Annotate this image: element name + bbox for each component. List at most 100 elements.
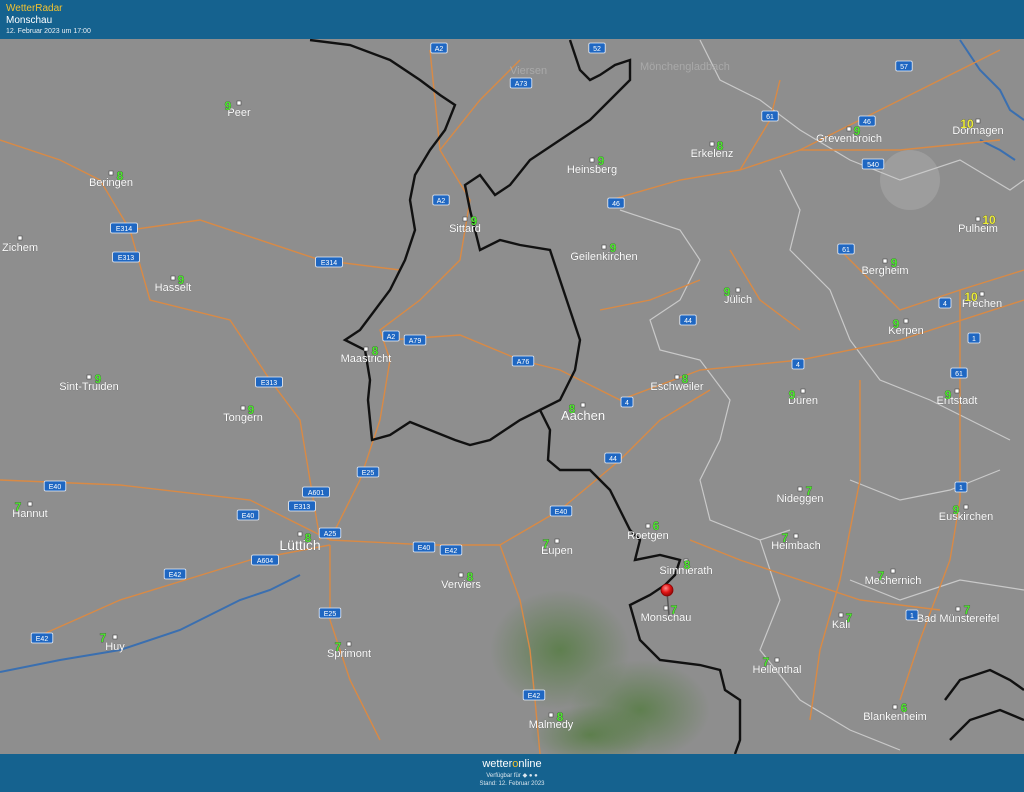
city-dot: [663, 605, 669, 611]
city-dot: [580, 402, 586, 408]
temperature-label: 9: [789, 388, 796, 402]
temperature-label: 8: [569, 402, 576, 416]
available-text: Verfügbar für: [486, 773, 521, 779]
temperature-label: 9: [610, 241, 617, 255]
city-dot: [240, 405, 246, 411]
city-name-label: Erftstadt: [937, 395, 978, 407]
road-shield: A79: [403, 334, 427, 346]
road-shield: E42: [522, 689, 546, 701]
temperature-label: 6: [901, 701, 908, 715]
road-shield: 44: [604, 452, 622, 464]
city-name-label: Lüttich: [279, 537, 320, 553]
city-dot: [346, 641, 352, 647]
ghost-place-label: Viersen: [510, 65, 547, 77]
svg-text:E40: E40: [49, 484, 62, 491]
temperature-label: 9: [178, 273, 185, 287]
city-name-label: Hellenthal: [753, 664, 802, 676]
road-shield: E314: [315, 256, 343, 268]
city-dot: [458, 572, 464, 578]
road-shield: A25: [318, 527, 342, 539]
windows-icon: ●: [534, 773, 538, 779]
city-dot: [882, 258, 888, 264]
svg-text:E313: E313: [294, 504, 310, 511]
temperature-label: 7: [100, 631, 107, 645]
city-name-label: Eschweiler: [650, 381, 704, 393]
svg-text:A604: A604: [257, 558, 273, 565]
wetteronline-logo[interactable]: wetteronline: [0, 758, 1024, 770]
road-shield: A2: [382, 330, 400, 342]
road-shield: E42: [30, 632, 54, 644]
city-dot: [462, 216, 468, 222]
temperature-label: 7: [671, 603, 678, 617]
temperature-label: 7: [782, 531, 789, 545]
svg-text:57: 57: [900, 64, 908, 71]
radar-map[interactable]: Viersen Mönchengladbach A2 A73 52 57 61 46 540 A…: [0, 39, 1024, 754]
city-dot: [892, 704, 898, 710]
temperature-label: 8: [372, 344, 379, 358]
svg-text:E42: E42: [36, 636, 49, 643]
temperature-label: 7: [335, 640, 342, 654]
logo-text-main: wetter: [482, 758, 513, 770]
temperature-label: 8: [684, 558, 691, 572]
android-icon: ●: [528, 773, 533, 779]
city-dot: [975, 118, 981, 124]
availability-line: Verfügbar für ◆ ● ●: [0, 772, 1024, 779]
city-dot: [601, 244, 607, 250]
city-name-label: Zichem: [2, 242, 38, 254]
temperature-label: 7: [964, 603, 971, 617]
temperature-label: 8: [467, 570, 474, 584]
temperature-label: 9: [724, 285, 731, 299]
road-shield: 4: [791, 358, 805, 370]
road-shield: 61: [950, 367, 968, 379]
location-title: Monschau: [6, 15, 53, 26]
road-shield: A73: [509, 77, 533, 89]
road-shield: A601: [302, 486, 330, 498]
svg-text:A2: A2: [435, 46, 444, 53]
temperature-label: 9: [248, 403, 255, 417]
logo-text-tail: nline: [518, 758, 542, 770]
temperature-label: 7: [878, 569, 885, 583]
road-shield: E313: [288, 500, 316, 512]
svg-text:1: 1: [959, 485, 963, 492]
city-name-label: Grevenbroich: [816, 133, 882, 145]
svg-text:E40: E40: [242, 513, 255, 520]
temperature-label: 6: [653, 519, 660, 533]
svg-text:4: 4: [625, 400, 629, 407]
temperature-label: 9: [891, 256, 898, 270]
temperature-label: 9: [953, 503, 960, 517]
road-shield: E40: [549, 505, 573, 517]
temperature-label: 7: [763, 655, 770, 669]
map-canvas[interactable]: Viersen Mönchengladbach A2A7352576146540A…: [0, 39, 1024, 754]
road-shield: E25: [318, 607, 342, 619]
temperature-label: 8: [557, 710, 564, 724]
road-shield: E314: [110, 222, 138, 234]
city-dot: [554, 538, 560, 544]
road-shield: 61: [837, 243, 855, 255]
svg-text:4: 4: [943, 301, 947, 308]
svg-text:E40: E40: [418, 545, 431, 552]
city-dot: [170, 275, 176, 281]
road-shield: 46: [858, 115, 876, 127]
temperature-label: 8: [117, 169, 124, 183]
road-shield: 44: [679, 314, 697, 326]
road-shield: E42: [439, 544, 463, 556]
road-shield: E40: [236, 509, 260, 521]
brand-title: WetterRadar: [6, 3, 63, 14]
temperature-label: 7: [543, 537, 550, 551]
city-dot: [735, 287, 741, 293]
svg-text:A79: A79: [409, 338, 422, 345]
temperature-label: 8: [717, 139, 724, 153]
city-dot: [954, 388, 960, 394]
road-shield: 46: [607, 197, 625, 209]
city-name-label: Maastricht: [341, 353, 392, 365]
road-shield: E313: [255, 376, 283, 388]
city-name-label: Sint-Truiden: [59, 381, 119, 393]
temperature-label: 9: [471, 214, 478, 228]
city-dot: [890, 568, 896, 574]
city-dot: [838, 612, 844, 618]
stand-timestamp: Stand: 12. Februar 2023: [479, 781, 545, 787]
city-dot: [589, 157, 595, 163]
city-name-label: Mechernich: [865, 575, 922, 587]
svg-text:A2: A2: [437, 198, 446, 205]
svg-text:A601: A601: [308, 490, 324, 497]
